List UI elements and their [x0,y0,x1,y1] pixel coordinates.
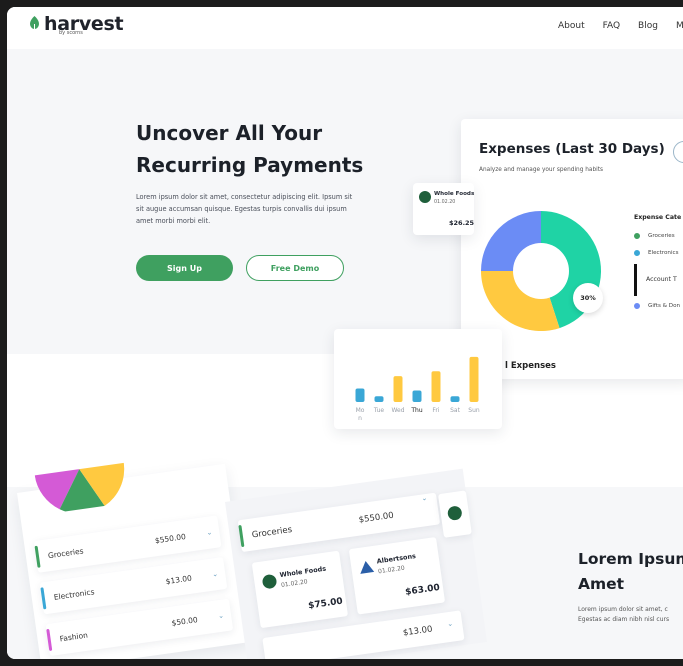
category-label: Groceries [648,233,675,239]
nav-link-blog[interactable]: Blog [638,21,658,31]
category-amount: $550.00 [154,531,187,546]
leaf-icon [30,16,39,31]
category-label: Electronics [648,250,679,256]
category-label: Electronics [53,587,96,602]
category-electronics: Electronics [634,250,679,256]
mini-donut-chart [34,462,125,514]
hero-title: Uncover All Your Recurring Payments [136,117,386,181]
merchant-name: Albertsons [376,552,417,566]
category-label: Gifts & Don [648,303,681,309]
category-stripe [34,545,41,568]
category-label: Groceries [47,546,85,561]
section2-text-line2: Egestas ac diam nibh nisl curs [578,616,670,623]
bar-thu [412,390,422,402]
bar-label-sat: Sat [450,407,460,414]
groceries-dot-icon [634,233,640,239]
bar-label-fri: Fri [432,407,439,414]
weekly-bar-chart-card: Mo n Tue Wed Thu Fri Sat Sun [334,329,502,429]
chevron-down-icon[interactable]: ⌄ [447,619,454,628]
bar-sat [450,396,460,402]
weekly-bar-chart: Mon Tue Wed Thu Fri Sat Sun [355,356,480,422]
category-stripe [40,587,47,610]
bar-label-sun: Sun [468,407,480,414]
transaction-date: 01.02.20 [434,200,456,205]
nav-link-about[interactable]: About [558,21,585,31]
section2-description: Lorem ipsum dolor sit amet, c Egestas ac… [578,605,669,625]
whole-foods-logo-icon [446,505,463,522]
bar-sun [469,356,479,402]
category-label: Groceries [251,524,293,541]
nav-link-more[interactable]: M [676,21,683,31]
total-expenses-label: l Expenses [505,361,556,371]
account-indicator [634,264,637,296]
transaction-amount: $75.00 [307,596,344,612]
transaction-card-partial[interactable] [437,490,472,538]
bar-label-tue: Tue [373,407,385,414]
transaction-card-whole-foods[interactable]: Whole Foods 01.02.20 $75.00 [251,550,349,629]
category-gifts: Gifts & Don [634,303,680,309]
bar-wed [393,376,403,402]
bar-fri [431,371,441,402]
section2-title: Lorem Ipsum Amet [578,547,683,597]
category-stripe [46,628,53,652]
chevron-down-icon[interactable]: ⌄ [206,528,213,537]
category-heading: Expense Cate [634,214,682,221]
category-stripe [238,524,245,548]
expenses-subtitle: Analyze and manage your spending habits [479,167,604,173]
transaction-card-albertsons[interactable]: Albertsons 01.02.20 $63.00 [348,536,446,615]
bar-mon [355,388,365,402]
albertsons-logo-icon [358,560,375,574]
transaction-date: 01.02.20 [280,578,309,589]
whole-foods-logo-icon [261,573,278,590]
expenses-donut-chart [481,211,601,331]
merchant-name: Whole Foods [434,191,475,197]
logo-subtext: by scorns [59,30,83,36]
category-amount: $50.00 [171,615,199,628]
browser-frame: harvest by scorns About FAQ Blog M Uncov… [7,7,683,659]
transaction-popup[interactable]: Whole Foods 01.02.20 $26.25 [413,183,474,235]
transaction-amount: $63.00 [404,582,441,598]
bar-label-thu: Thu [410,407,422,414]
category-label: Fashion [59,630,89,644]
sign-up-button[interactable]: Sign Up [136,255,233,281]
category-groceries: Groceries [634,233,675,239]
section2-text-line1: Lorem ipsum dolor sit amet, c [578,606,668,613]
chevron-down-icon[interactable]: ⌄ [212,570,219,579]
transaction-date: 01.02.20 [377,564,406,576]
bar-label-wed: Wed [391,407,404,414]
account-label[interactable]: Account T [646,276,677,283]
percent-badge: 30% [573,283,603,313]
transaction-amount: $26.25 [449,219,475,227]
top-nav: harvest by scorns About FAQ Blog M [7,7,683,49]
hero-title-line2: Recurring Payments [136,153,364,177]
hero-title-line1: Uncover All Your [136,121,323,145]
gifts-dot-icon [634,303,640,309]
transactions-panel: Groceries $550.00 ⌄ Whole Foods 01.02.20… [225,468,488,659]
category-amount: $13.00 [165,573,193,587]
section2-title-line1: Lorem Ipsum [578,550,683,568]
bar-tue [374,396,384,402]
category-amount: $550.00 [358,510,395,526]
circle-button-icon[interactable] [673,141,683,163]
bar-label-mon: Mo [356,407,365,414]
expenses-title: Expenses (Last 30 Days) [479,141,665,157]
category-list-panel: Groceries $550.00 ⌄ Electronics $13.00 ⌄… [17,462,251,659]
logo-text: harvest [44,13,124,35]
section2-title-line2: Amet [578,575,625,593]
nav-links: About FAQ Blog M [558,21,683,31]
nav-link-faq[interactable]: FAQ [603,21,620,31]
category-amount: $13.00 [402,624,434,639]
merchant-name: Whole Foods [279,564,327,580]
donut-hole [513,243,569,299]
chevron-down-icon[interactable]: ⌄ [421,494,428,503]
whole-foods-logo-icon [419,191,431,203]
chevron-down-icon[interactable]: ⌄ [218,611,225,620]
bar-label-mon: n [358,415,362,422]
electronics-dot-icon [634,250,640,256]
free-demo-button[interactable]: Free Demo [246,255,344,281]
hero-description: Lorem ipsum dolor sit amet, consectetur … [136,193,353,225]
